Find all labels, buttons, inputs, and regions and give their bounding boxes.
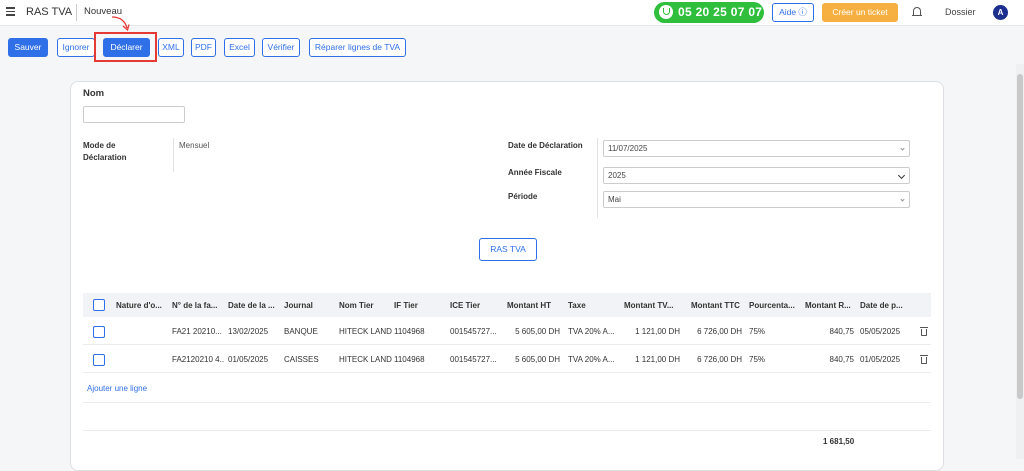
invoice-date-cell: 01/05/2025 — [228, 355, 269, 364]
column-header[interactable]: Montant TTC — [691, 301, 749, 310]
mode-label-line1: Mode de — [83, 141, 116, 150]
row-checkbox[interactable] — [93, 326, 105, 338]
if-tier-cell: 1104968 — [394, 355, 425, 364]
name-label: Nom — [83, 88, 105, 99]
support-phone-pill[interactable]: 05 20 25 07 07 — [654, 2, 764, 23]
declaration-form-card: Nom Mode de Déclaration Mensuel Date de … — [70, 81, 944, 471]
avatar[interactable]: A — [993, 5, 1008, 20]
repair-vat-lines-button[interactable]: Réparer lignes de TVA — [309, 38, 406, 57]
period-value: Mai — [608, 195, 621, 204]
ignore-button[interactable]: Ignorer — [57, 38, 95, 57]
period-select[interactable]: Mai — [603, 191, 910, 208]
column-header[interactable]: Montant TV... — [624, 301, 684, 310]
table-divider — [83, 430, 931, 431]
column-header[interactable]: Date de p... — [860, 301, 912, 310]
payment-date-cell: 05/05/2025 — [860, 327, 901, 336]
tax-cell: TVA 20% A... — [568, 327, 615, 336]
tier-name-cell: HITECK LAND — [339, 327, 392, 336]
column-header[interactable]: Montant R... — [805, 301, 857, 310]
fiscal-year-select[interactable]: 2025 — [603, 167, 910, 184]
support-phone-number: 05 20 25 07 07 — [678, 5, 763, 19]
percent-cell: 75% — [749, 355, 766, 364]
help-button[interactable]: Aide ⓘ — [772, 3, 814, 22]
excel-button[interactable]: Excel — [224, 38, 255, 57]
fiscal-year-value: 2025 — [608, 171, 626, 180]
verify-button[interactable]: Vérifier — [262, 38, 300, 57]
xml-button[interactable]: XML — [158, 38, 184, 57]
declaration-date-value: 11/07/2025 — [608, 144, 648, 153]
amount-ht-cell: 5 605,00 DH — [515, 327, 560, 336]
scrollbar-thumb[interactable] — [1017, 74, 1023, 399]
column-header[interactable]: Nature d'o... — [116, 301, 166, 310]
amount-tva-cell: 1 121,00 DH — [635, 327, 680, 336]
invoice-date-cell: 13/02/2025 — [228, 327, 269, 336]
table-row[interactable]: FA21 20210... 13/02/2025 BANQUE HITECK L… — [83, 318, 931, 345]
amount-ttc-cell: 6 726,00 DH — [697, 355, 742, 364]
row-checkbox[interactable] — [93, 354, 105, 366]
payment-date-cell: 01/05/2025 — [860, 355, 901, 364]
ice-tier-cell: 001545727... — [450, 327, 497, 336]
amount-r-cell: 840,75 — [829, 355, 854, 364]
journal-cell: CAISSES — [284, 355, 319, 364]
invoice-number-cell: FA21 20210... — [172, 327, 222, 336]
table-header: Nature d'o... N° de la fa... Date de la … — [83, 293, 931, 317]
amount-ttc-cell: 6 726,00 DH — [697, 327, 742, 336]
fiscal-year-label: Année Fiscale — [508, 168, 562, 177]
percent-cell: 75% — [749, 327, 766, 336]
app-title: RAS TVA — [26, 6, 73, 18]
total-amount-r: 1 681,50 — [823, 437, 855, 446]
ras-tva-button[interactable]: RAS TVA — [479, 238, 537, 261]
column-header[interactable]: IF Tier — [394, 301, 444, 310]
column-header[interactable]: ICE Tier — [450, 301, 500, 310]
bell-icon[interactable] — [912, 7, 922, 17]
if-tier-cell: 1104968 — [394, 327, 425, 336]
column-header[interactable]: Pourcenta... — [749, 301, 803, 310]
chevron-down-icon — [900, 197, 905, 202]
menu-icon[interactable] — [6, 7, 15, 16]
annotation-highlight — [94, 32, 157, 62]
chevron-down-icon — [900, 146, 905, 151]
trash-icon[interactable] — [920, 355, 928, 364]
column-header[interactable]: Journal — [284, 301, 334, 310]
period-label: Période — [508, 192, 538, 201]
amount-tva-cell: 1 121,00 DH — [635, 355, 680, 364]
top-bar: RAS TVA Nouveau 05 20 25 07 07 Aide ⓘ Cr… — [0, 0, 1024, 26]
annotation-arrow-icon — [111, 16, 130, 32]
trash-icon[interactable] — [920, 327, 928, 336]
column-header[interactable]: Nom Tier — [339, 301, 389, 310]
ice-tier-cell: 001545727... — [450, 355, 497, 364]
table-divider — [83, 402, 931, 403]
field-divider — [597, 138, 598, 218]
save-button[interactable]: Sauver — [8, 38, 48, 57]
date-label: Date de Déclaration — [508, 141, 583, 150]
pdf-button[interactable]: PDF — [191, 38, 216, 57]
title-divider — [76, 4, 77, 21]
create-ticket-button[interactable]: Créer un ticket — [822, 3, 898, 22]
mode-value: Mensuel — [179, 141, 210, 150]
mode-label-line2: Déclaration — [83, 153, 127, 162]
page-scrollbar[interactable] — [1016, 64, 1024, 459]
column-header[interactable]: Montant HT — [507, 301, 562, 310]
column-header[interactable]: N° de la fa... — [172, 301, 222, 310]
chevron-down-icon — [897, 171, 906, 180]
select-all-checkbox[interactable] — [93, 299, 105, 311]
add-line-link[interactable]: Ajouter une ligne — [87, 384, 147, 393]
column-header[interactable]: Taxe — [568, 301, 618, 310]
table-row[interactable]: FA2120210 4... 01/05/2025 CAISSES HITECK… — [83, 346, 931, 373]
dossier-menu[interactable]: Dossier — [945, 7, 976, 17]
headset-icon — [659, 5, 673, 19]
amount-r-cell: 840,75 — [829, 327, 854, 336]
journal-cell: BANQUE — [284, 327, 318, 336]
tier-name-cell: HITECK LAND — [339, 355, 392, 364]
tax-cell: TVA 20% A... — [568, 355, 615, 364]
amount-ht-cell: 5 605,00 DH — [515, 355, 560, 364]
declaration-date-input[interactable]: 11/07/2025 — [603, 140, 910, 157]
invoice-number-cell: FA2120210 4... — [172, 355, 224, 364]
name-input[interactable] — [83, 106, 185, 123]
field-divider — [173, 138, 174, 172]
column-header[interactable]: Date de la ... — [228, 301, 278, 310]
